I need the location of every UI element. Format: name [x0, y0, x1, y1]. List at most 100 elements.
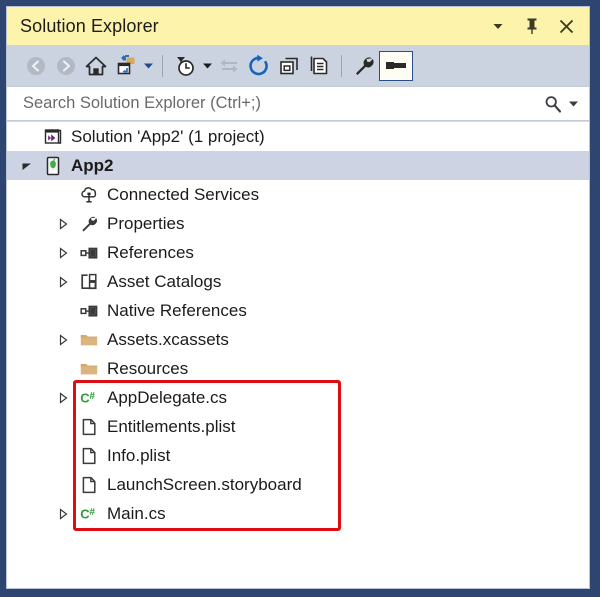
toolbar	[7, 45, 589, 87]
sync-with-active-document-dropdown[interactable]	[141, 51, 155, 81]
asset-catalogs-icon	[79, 272, 99, 292]
pin-button[interactable]	[522, 16, 542, 36]
folder-icon	[79, 330, 99, 350]
connected-services-icon	[79, 185, 99, 205]
wrench-icon	[356, 56, 374, 75]
forward-button[interactable]	[51, 51, 81, 81]
show-all-files-icon	[310, 56, 328, 74]
ios-app-project-icon	[43, 156, 63, 176]
collapse-all-button[interactable]	[274, 51, 304, 81]
titlebar: Solution Explorer	[7, 7, 589, 45]
search-bar	[7, 87, 589, 121]
toolbar-separator-2	[341, 54, 342, 77]
sync-with-active-document-button[interactable]	[111, 51, 141, 81]
tree-item-label: AppDelegate.cs	[107, 388, 228, 407]
back-button[interactable]	[21, 51, 51, 81]
chevron-down-icon	[143, 63, 153, 69]
collapse-all-icon	[280, 57, 298, 74]
tree-item-asset-catalogs[interactable]: Asset Catalogs	[7, 267, 589, 296]
tree-item-label: Connected Services	[107, 185, 260, 204]
references-icon	[79, 243, 99, 263]
svg-text:#: #	[89, 507, 95, 518]
dropdown-menu-button[interactable]	[488, 16, 508, 36]
tree-expander-placeholder	[55, 187, 71, 203]
chevron-down-icon[interactable]	[568, 98, 579, 109]
show-all-files-button[interactable]	[304, 51, 334, 81]
properties-button[interactable]	[349, 51, 379, 81]
titlebar-buttons	[488, 16, 581, 36]
tree-expander-placeholder	[19, 129, 35, 145]
tree-expander-collapsed[interactable]	[55, 274, 71, 290]
forward-arrow-icon	[57, 56, 75, 75]
generic-file-icon	[79, 446, 99, 466]
sync-folder-icon	[117, 54, 135, 74]
tree-expander-placeholder	[55, 361, 71, 377]
solution-tree[interactable]: Solution 'App2' (1 project) App2 Connected…	[7, 121, 589, 588]
tree-item-info-plist[interactable]: Info.plist	[7, 441, 589, 470]
svg-text:#: #	[89, 391, 95, 402]
tree-expander-collapsed[interactable]	[55, 506, 71, 522]
tree-expander-collapsed[interactable]	[55, 216, 71, 232]
tree-item-label: Properties	[107, 214, 185, 233]
pending-changes-filter-button[interactable]	[170, 51, 200, 81]
triangle-right-icon	[59, 333, 68, 346]
folder-icon	[79, 359, 99, 379]
solution-explorer-window: Solution Explorer Search Solution Explor…	[6, 6, 590, 589]
chevron-down-icon	[202, 63, 212, 69]
tree-expander-collapsed[interactable]	[55, 245, 71, 261]
tree-item-connected-services[interactable]: Connected Services	[7, 180, 589, 209]
tree-item-properties[interactable]: Properties	[7, 209, 589, 238]
sync-views-button[interactable]	[214, 51, 244, 81]
sync-views-icon	[220, 59, 238, 72]
tree-expander-placeholder	[55, 419, 71, 435]
preview-selected-items-button[interactable]	[379, 50, 413, 81]
preview-pane-icon	[386, 61, 406, 69]
tree-item-native-references[interactable]: Native References	[7, 296, 589, 325]
chevron-down-icon	[493, 24, 503, 29]
tree-item-label: Solution 'App2' (1 project)	[71, 127, 265, 146]
tree-expander-expanded[interactable]	[19, 158, 35, 174]
tree-item-references[interactable]: References	[7, 238, 589, 267]
tree-expander-collapsed[interactable]	[55, 390, 71, 406]
tree-item-launchscreen-storyboard[interactable]: LaunchScreen.storyboard	[7, 470, 589, 499]
search-icon[interactable]	[543, 94, 563, 114]
back-arrow-icon	[27, 56, 45, 75]
tree-item-label: Assets.xcassets	[107, 330, 229, 349]
triangle-right-icon	[59, 217, 68, 230]
clock-filter-icon	[177, 56, 194, 76]
tree-item-main-cs[interactable]: C # Main.cs	[7, 499, 589, 528]
tree-item-solution-app2-1-project[interactable]: Solution 'App2' (1 project)	[7, 122, 589, 151]
search-input[interactable]	[21, 93, 543, 114]
pending-changes-filter-dropdown[interactable]	[200, 51, 214, 81]
generic-file-icon	[79, 417, 99, 437]
triangle-right-icon	[59, 246, 68, 259]
home-icon	[85, 56, 107, 75]
visual-studio-solution-icon	[43, 127, 63, 147]
tree-item-label: Resources	[107, 359, 189, 378]
csharp-file-icon: C #	[79, 388, 99, 408]
tree-item-app2[interactable]: App2	[7, 151, 589, 180]
tree-expander-collapsed[interactable]	[55, 332, 71, 348]
tree-item-label: LaunchScreen.storyboard	[107, 475, 302, 494]
pin-icon	[527, 18, 537, 34]
home-button[interactable]	[81, 51, 111, 81]
close-button[interactable]	[556, 16, 576, 36]
tree-item-entitlements-plist[interactable]: Entitlements.plist	[7, 412, 589, 441]
search-bar-icons	[543, 94, 579, 114]
close-icon	[559, 19, 573, 33]
triangle-right-icon	[59, 275, 68, 288]
tree-item-resources[interactable]: Resources	[7, 354, 589, 383]
tree-item-label: App2	[71, 156, 114, 175]
tree-item-assets-xcassets[interactable]: Assets.xcassets	[7, 325, 589, 354]
generic-file-icon	[79, 475, 99, 495]
tree-item-label: Entitlements.plist	[107, 417, 236, 436]
csharp-file-icon: C #	[79, 504, 99, 524]
toolbar-separator	[162, 54, 163, 77]
triangle-right-icon	[59, 507, 68, 520]
wrench-icon	[79, 214, 99, 234]
tree-expander-placeholder	[55, 303, 71, 319]
tree-item-label: Main.cs	[107, 504, 166, 523]
tree-item-appdelegate-cs[interactable]: C # AppDelegate.cs	[7, 383, 589, 412]
tree-expander-placeholder	[55, 448, 71, 464]
refresh-button[interactable]	[244, 51, 274, 81]
